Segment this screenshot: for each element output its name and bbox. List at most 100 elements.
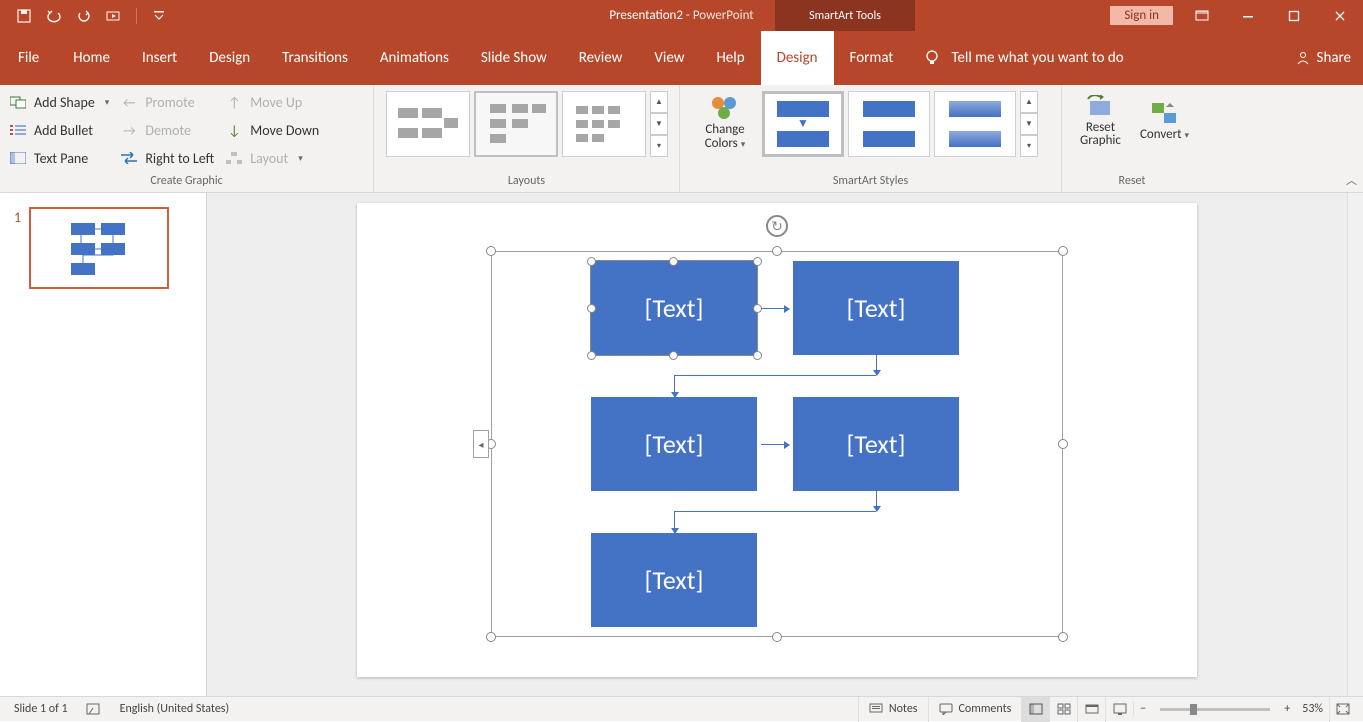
resize-handle-sw[interactable] bbox=[486, 632, 496, 642]
resize-handle-e[interactable] bbox=[1058, 439, 1068, 449]
tab-smartart-format[interactable]: Format bbox=[834, 31, 910, 85]
shape-handle[interactable] bbox=[587, 351, 596, 360]
share-button[interactable]: Share bbox=[1295, 31, 1351, 85]
notes-button[interactable]: Notes bbox=[858, 697, 928, 722]
convert-button[interactable]: Convert ▾ bbox=[1137, 89, 1192, 147]
layout-option-1[interactable] bbox=[386, 91, 470, 157]
tab-help[interactable]: Help bbox=[700, 31, 760, 85]
move-down-button[interactable]: ↓Move Down bbox=[226, 119, 319, 141]
undo-icon[interactable] bbox=[42, 4, 66, 28]
connector-line bbox=[674, 375, 876, 376]
zoom-in-icon[interactable]: + bbox=[1284, 702, 1290, 716]
tab-design[interactable]: Design bbox=[193, 31, 266, 85]
reading-view-icon[interactable] bbox=[1077, 697, 1105, 722]
reset-graphic-button[interactable]: Reset Graphic bbox=[1072, 89, 1129, 147]
comments-button[interactable]: Comments bbox=[928, 697, 1022, 722]
comments-icon bbox=[939, 703, 953, 715]
save-icon[interactable] bbox=[12, 4, 36, 28]
group-reset: Reset Graphic Convert ▾ Reset bbox=[1062, 85, 1202, 192]
layouts-gallery[interactable]: ▲ ▼ ▾ bbox=[384, 89, 669, 159]
share-icon bbox=[1295, 50, 1311, 66]
change-colors-button[interactable]: Change Colors ▾ bbox=[690, 89, 760, 152]
tab-slideshow[interactable]: Slide Show bbox=[465, 31, 563, 85]
fit-to-window-icon[interactable] bbox=[1329, 697, 1355, 722]
add-shape-button[interactable]: Add Shape▾ bbox=[10, 91, 109, 113]
app-name-suffix: - PowerPoint bbox=[683, 8, 754, 23]
layout-option-3[interactable] bbox=[562, 91, 646, 157]
slide-canvas-area[interactable]: ◂ [Text] [Text] [Text] [Text] [Text] bbox=[207, 193, 1347, 696]
text-pane-button[interactable]: Text Pane bbox=[10, 147, 109, 169]
tell-me-search[interactable]: Tell me what you want to do bbox=[923, 31, 1123, 85]
right-to-left-button[interactable]: Right to Left bbox=[121, 147, 214, 169]
styles-up-icon[interactable]: ▲ bbox=[1020, 91, 1038, 113]
smartart-node-4[interactable]: [Text] bbox=[793, 397, 959, 491]
minimize-icon[interactable] bbox=[1225, 0, 1271, 31]
collapse-ribbon-icon[interactable]: ︿ bbox=[1346, 172, 1357, 188]
smartart-node-3[interactable]: [Text] bbox=[591, 397, 757, 491]
zoom-slider[interactable] bbox=[1160, 708, 1270, 711]
resize-handle-s[interactable] bbox=[772, 632, 782, 642]
start-from-beginning-icon[interactable] bbox=[102, 4, 126, 28]
gallery-more-icon[interactable]: ▾ bbox=[650, 135, 668, 157]
ribbon-display-options-icon[interactable] bbox=[1179, 0, 1225, 31]
maximize-icon[interactable] bbox=[1271, 0, 1317, 31]
zoom-out-icon[interactable]: − bbox=[1140, 702, 1146, 716]
add-bullet-icon bbox=[10, 122, 26, 138]
style-option-3[interactable] bbox=[934, 91, 1016, 157]
close-icon[interactable] bbox=[1317, 0, 1363, 31]
group-label-styles: SmartArt Styles bbox=[690, 174, 1051, 190]
resize-handle-se[interactable] bbox=[1058, 632, 1068, 642]
group-label-reset: Reset bbox=[1072, 174, 1192, 190]
vertical-scrollbar[interactable] bbox=[1347, 193, 1363, 696]
zoom-percent[interactable]: 53% bbox=[1302, 702, 1323, 716]
slide-thumbnail-1[interactable] bbox=[29, 207, 169, 289]
shape-handle[interactable] bbox=[753, 257, 762, 266]
smartart-node-2[interactable]: [Text] bbox=[793, 261, 959, 355]
shape-handle[interactable] bbox=[587, 257, 596, 266]
slideshow-view-icon[interactable] bbox=[1105, 697, 1133, 722]
rotate-handle-icon[interactable] bbox=[766, 215, 788, 237]
smartart-node-1[interactable]: [Text] bbox=[591, 261, 757, 355]
styles-more-icon[interactable]: ▾ bbox=[1020, 135, 1038, 157]
zoom-slider-handle[interactable] bbox=[1190, 704, 1197, 715]
customize-qat-icon[interactable] bbox=[147, 4, 171, 28]
text-pane-toggle-icon[interactable]: ◂ bbox=[473, 430, 489, 458]
style-option-1-selected[interactable]: ▼ bbox=[762, 91, 844, 157]
shape-handle[interactable] bbox=[669, 351, 678, 360]
tab-file[interactable]: File bbox=[0, 31, 57, 85]
shape-handle[interactable] bbox=[669, 257, 678, 266]
normal-view-icon[interactable] bbox=[1021, 697, 1049, 722]
tab-review[interactable]: Review bbox=[563, 31, 639, 85]
resize-handle-ne[interactable] bbox=[1058, 246, 1068, 256]
language-button[interactable]: English (United States) bbox=[120, 702, 230, 716]
tab-view[interactable]: View bbox=[638, 31, 700, 85]
gallery-down-icon[interactable]: ▼ bbox=[650, 113, 668, 135]
redo-icon[interactable] bbox=[72, 4, 96, 28]
layout-option-2-selected[interactable] bbox=[474, 91, 558, 157]
gallery-up-icon[interactable]: ▲ bbox=[650, 91, 668, 113]
tab-smartart-design[interactable]: Design bbox=[761, 31, 834, 85]
resize-handle-n[interactable] bbox=[772, 246, 782, 256]
sign-in-button[interactable]: Sign in bbox=[1110, 6, 1173, 25]
shape-handle[interactable] bbox=[587, 304, 596, 313]
style-option-2[interactable] bbox=[848, 91, 930, 157]
slide-thumbnail-panel[interactable]: 1 bbox=[0, 193, 207, 696]
resize-handle-nw[interactable] bbox=[486, 246, 496, 256]
slide-sorter-view-icon[interactable] bbox=[1049, 697, 1077, 722]
tab-transitions[interactable]: Transitions bbox=[266, 31, 364, 85]
smartart-node-5[interactable]: [Text] bbox=[591, 533, 757, 627]
slide-canvas[interactable]: ◂ [Text] [Text] [Text] [Text] [Text] bbox=[357, 203, 1197, 677]
gallery-spinner: ▲ ▼ ▾ bbox=[650, 91, 668, 157]
add-bullet-button[interactable]: Add Bullet bbox=[10, 119, 109, 141]
tab-insert[interactable]: Insert bbox=[126, 31, 193, 85]
tab-home[interactable]: Home bbox=[57, 31, 126, 85]
connector-line bbox=[876, 491, 877, 511]
styles-gallery[interactable]: ▼ ▲ ▼ ▾ bbox=[760, 89, 1038, 159]
styles-down-icon[interactable]: ▼ bbox=[1020, 113, 1038, 135]
shape-handle[interactable] bbox=[753, 351, 762, 360]
demote-button: →Demote bbox=[121, 119, 214, 141]
add-shape-icon bbox=[10, 94, 26, 110]
tab-animations[interactable]: Animations bbox=[364, 31, 465, 85]
spellcheck-icon[interactable] bbox=[86, 702, 102, 716]
smartart-graphic[interactable]: ◂ [Text] [Text] [Text] [Text] [Text] bbox=[491, 251, 1063, 637]
